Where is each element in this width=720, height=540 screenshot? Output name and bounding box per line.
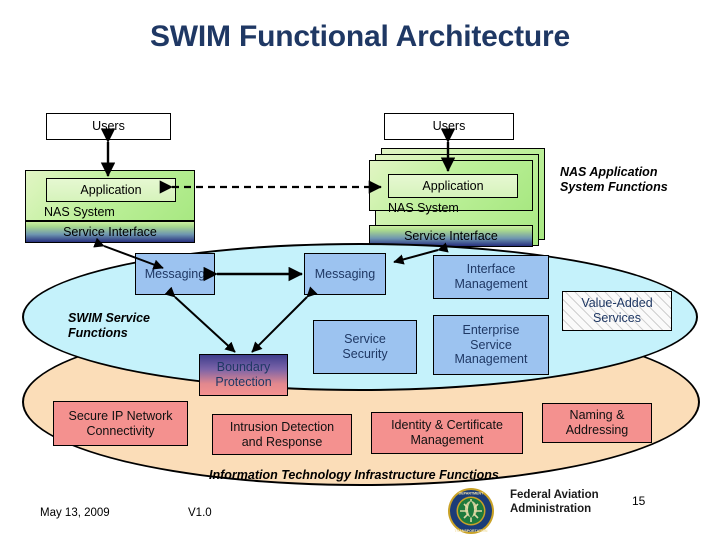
users-label-right: Users — [432, 119, 466, 134]
service-interface-label-left: Service Interface — [63, 224, 157, 239]
messaging-box-right: Messaging — [304, 253, 386, 295]
svg-text:TRANSPORTATION: TRANSPORTATION — [454, 529, 487, 533]
naming-line-1: Naming & — [569, 408, 625, 423]
identity-certificate-management-box: Identity & Certificate Management — [371, 412, 523, 454]
svg-text:DEPARTMENT: DEPARTMENT — [459, 492, 484, 496]
swim-sf-line-2: Functions — [68, 326, 128, 341]
service-security-line-2: Security — [342, 347, 388, 361]
enterprise-service-mgmt-line-1: Enterprise — [462, 322, 520, 337]
it-infrastructure-functions-label: Information Technology Infrastructure Fu… — [209, 468, 499, 482]
identity-line-2: Management — [410, 433, 484, 447]
service-interface-bar-left: Service Interface — [25, 221, 195, 243]
nas-asf-line-1: NAS Application — [560, 165, 658, 179]
naming-line-2: Addressing — [565, 423, 629, 437]
boundary-protection-line-1: Boundary — [216, 360, 271, 375]
boundary-protection-line-2: Protection — [215, 375, 272, 389]
application-box-right: Application — [388, 174, 518, 198]
users-box-left: Users — [46, 113, 171, 140]
value-added-line-1: Value-Added — [581, 296, 653, 311]
application-label-right: Application — [422, 178, 484, 193]
page-number: 15 — [632, 494, 646, 508]
messaging-label-right: Messaging — [314, 266, 376, 281]
intrusion-line-2: and Response — [241, 434, 323, 449]
interface-management-box: Interface Management — [433, 255, 549, 299]
nas-asf-line-2: System Functions — [560, 180, 668, 195]
nas-system-label-left: NAS System — [44, 205, 115, 219]
value-added-line-2: Services — [593, 311, 641, 325]
swim-sf-line-1: SWIM Service — [68, 311, 150, 325]
faa-agency-name: Federal Aviation Administration — [510, 489, 599, 517]
interface-management-line-2: Management — [454, 277, 528, 291]
secure-ip-line-2: Connectivity — [86, 423, 155, 438]
application-box-left: Application — [46, 178, 176, 202]
enterprise-service-mgmt-line-3: Management — [454, 352, 528, 367]
application-label-left: Application — [80, 182, 142, 197]
nas-application-system-functions-label: NAS Application System Functions — [560, 165, 720, 196]
page-title: SWIM Functional Architecture — [150, 20, 570, 53]
interface-management-line-1: Interface — [466, 262, 516, 277]
secure-ip-network-connectivity-box: Secure IP Network Connectivity — [53, 401, 188, 446]
faa-agency-line-2: Administration — [510, 502, 592, 515]
nas-system-box-right: Application NAS System — [369, 160, 533, 215]
nas-system-box-left: Application NAS System — [25, 170, 195, 221]
messaging-box-left: Messaging — [135, 253, 215, 295]
boundary-protection-box: Boundary Protection — [199, 354, 288, 396]
secure-ip-line-1: Secure IP Network — [68, 408, 173, 423]
intrusion-line-1: Intrusion Detection — [229, 419, 335, 434]
footer-date: May 13, 2009 — [40, 507, 110, 519]
intrusion-detection-response-box: Intrusion Detection and Response — [212, 414, 352, 455]
messaging-label-left: Messaging — [144, 266, 206, 281]
slide-canvas: SWIM Functional Architecture Application… — [0, 0, 720, 540]
faa-seal-icon: DEPARTMENT TRANSPORTATION — [448, 488, 494, 534]
enterprise-service-mgmt-line-2: Service — [470, 337, 512, 352]
users-box-right: Users — [384, 113, 514, 140]
value-added-services-box: Value-Added Services — [562, 291, 672, 331]
enterprise-service-management-box: Enterprise Service Management — [433, 315, 549, 375]
identity-line-1: Identity & Certificate — [391, 418, 503, 433]
service-interface-label-right: Service Interface — [404, 228, 498, 243]
naming-addressing-box: Naming & Addressing — [542, 403, 652, 443]
users-label-left: Users — [92, 119, 125, 134]
swim-service-functions-label: SWIM Service Functions — [68, 311, 218, 342]
nas-system-label-right: NAS System — [388, 201, 459, 215]
footer-version: V1.0 — [188, 507, 212, 519]
service-security-box: Service Security — [313, 320, 417, 374]
service-security-line-1: Service — [344, 332, 386, 347]
faa-agency-line-1: Federal Aviation — [510, 489, 599, 501]
